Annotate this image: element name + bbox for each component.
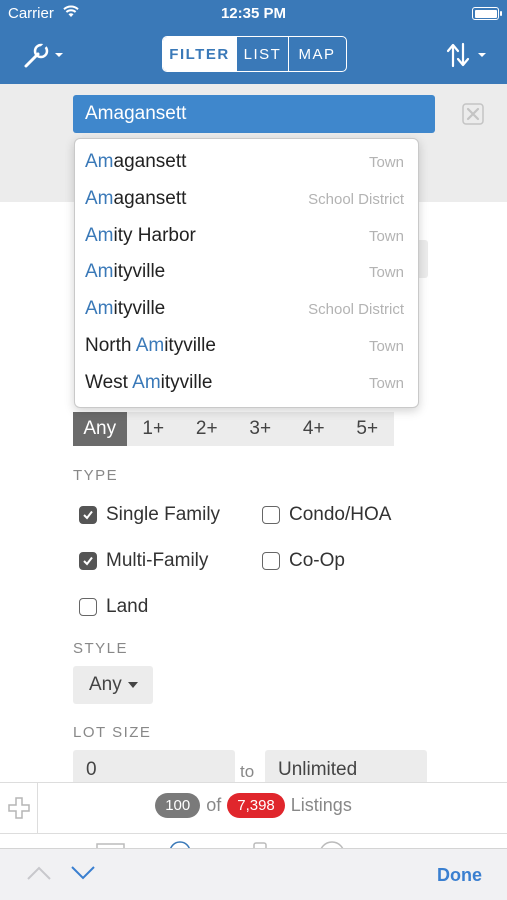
- suggestion-kind: School District: [308, 301, 404, 318]
- status-bar: Carrier 12:35 PM: [0, 0, 507, 28]
- chevron-up-icon[interactable]: [26, 863, 52, 883]
- beds-option-4plus[interactable]: 4+: [287, 412, 341, 446]
- checkbox-checked-icon: [79, 506, 97, 524]
- clock: 12:35 PM: [220, 5, 287, 22]
- suggestion-item[interactable]: Amagansett School District: [75, 182, 418, 218]
- listing-count: 100 of 7,398 Listings: [0, 793, 507, 818]
- wrench-icon[interactable]: [20, 40, 66, 70]
- beds-option-5plus[interactable]: 5+: [340, 412, 394, 446]
- checkbox-unchecked-icon: [262, 506, 280, 524]
- suggestion-item[interactable]: North Amityville Town: [75, 329, 418, 365]
- battery-icon: [472, 7, 502, 20]
- tab-bar-icons: [96, 841, 344, 848]
- type-checkbox-condo-hoa[interactable]: Condo/HOA: [262, 504, 391, 526]
- navigation-bar: FILTER LIST MAP: [0, 28, 507, 84]
- beds-option-any[interactable]: Any: [73, 412, 127, 446]
- type-checkbox-co-op[interactable]: Co-Op: [262, 550, 345, 572]
- chevron-down-icon[interactable]: [70, 863, 96, 883]
- total-count-badge: 7,398: [227, 793, 285, 818]
- keyboard-accessory-bar: Done: [0, 848, 507, 900]
- location-search-input[interactable]: [73, 95, 435, 133]
- sort-icon[interactable]: [445, 40, 489, 70]
- suggestion-name: Amityville: [85, 261, 166, 282]
- suggestion-name: Amity Harbor: [85, 225, 196, 246]
- suggestion-item[interactable]: Amityville Town: [75, 255, 418, 291]
- suggestion-name: West Amityville: [85, 372, 213, 393]
- count-of-label: of: [206, 795, 222, 815]
- clear-icon[interactable]: [462, 103, 484, 125]
- done-button[interactable]: Done: [437, 865, 482, 886]
- lot-size-to-label: to: [240, 762, 255, 781]
- beds-option-2plus[interactable]: 2+: [180, 412, 234, 446]
- shown-count-badge: 100: [155, 793, 201, 818]
- suggestion-kind: Town: [368, 375, 404, 392]
- suggestion-kind: Town: [368, 338, 404, 355]
- beds-selector: Any 1+ 2+ 3+ 4+ 5+: [73, 412, 394, 446]
- caret-down-icon: [127, 682, 138, 688]
- suggestion-name: Amagansett: [85, 151, 187, 172]
- tab-list[interactable]: LIST: [237, 37, 289, 71]
- type-checkbox-multi-family[interactable]: Multi-Family: [79, 550, 208, 572]
- checkbox-unchecked-icon: [79, 598, 97, 616]
- tab-map[interactable]: MAP: [289, 37, 345, 71]
- suggestion-kind: Town: [368, 154, 404, 171]
- listings-label: Listings: [290, 795, 352, 815]
- suggestion-dropdown: Amagansett Town Amagansett School Distri…: [74, 138, 419, 408]
- suggestion-kind: Town: [368, 264, 404, 281]
- suggestion-item[interactable]: West Amityville Town: [75, 366, 418, 402]
- style-value: Any: [89, 674, 122, 695]
- checkbox-unchecked-icon: [262, 552, 280, 570]
- suggestion-name: Amityville: [85, 298, 166, 319]
- suggestion-kind: Town: [368, 228, 404, 245]
- listing-count-bar: 100 of 7,398 Listings: [0, 782, 507, 834]
- suggestion-item[interactable]: Amity Harbor Town: [75, 219, 418, 255]
- type-section-label: TYPE: [73, 467, 119, 484]
- style-section-label: STYLE: [73, 640, 129, 657]
- tab-bar-partial: [0, 834, 507, 848]
- tab-filter[interactable]: FILTER: [163, 37, 237, 71]
- beds-option-3plus[interactable]: 3+: [233, 412, 287, 446]
- view-segmented-control: FILTER LIST MAP: [162, 36, 347, 72]
- suggestion-item[interactable]: Amagansett Town: [75, 145, 418, 181]
- type-checkbox-single-family[interactable]: Single Family: [79, 504, 220, 526]
- lot-size-section-label: LOT SIZE: [73, 724, 152, 741]
- style-dropdown[interactable]: Any: [73, 666, 153, 704]
- suggestion-kind: School District: [308, 191, 404, 208]
- checkbox-checked-icon: [79, 552, 97, 570]
- suggestion-item[interactable]: Amityville School District: [75, 292, 418, 328]
- suggestion-name: North Amityville: [85, 335, 216, 356]
- type-checkbox-land[interactable]: Land: [79, 596, 148, 618]
- suggestion-name: Amagansett: [85, 188, 187, 209]
- beds-option-1plus[interactable]: 1+: [126, 412, 180, 446]
